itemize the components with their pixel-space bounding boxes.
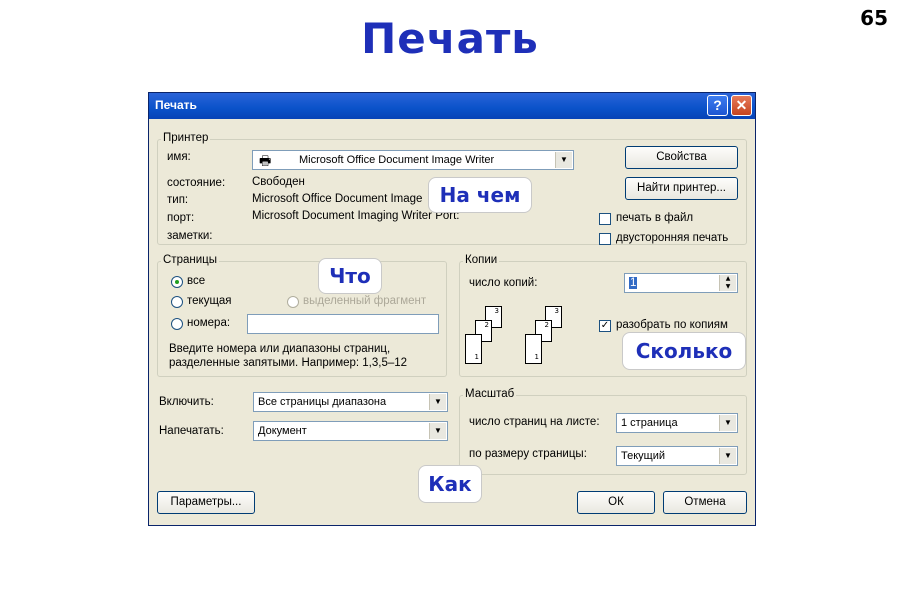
fit-to-select[interactable]: Текущий ▼ <box>616 446 738 466</box>
page-number: 65 <box>860 6 888 30</box>
callout-how: Как <box>418 465 482 503</box>
page-numbers-input[interactable] <box>247 314 439 334</box>
callout-on-what: На чем <box>428 177 532 213</box>
pages-current-radio[interactable] <box>171 296 183 308</box>
pages-selection-radio[interactable] <box>287 296 299 308</box>
pages-hint-line1: Введите номера или диапазоны страниц, <box>169 343 391 355</box>
slide-title: Печать <box>361 14 539 63</box>
pages-numbers-radio[interactable] <box>171 318 183 330</box>
pages-group-title: Страницы <box>161 254 219 266</box>
printer-type-value: Microsoft Office Document Image <box>252 193 423 205</box>
copies-count-spinner[interactable]: 1 ▲ ▼ <box>624 273 738 293</box>
printer-status-label: состояние: <box>167 177 226 189</box>
callout-what: Что <box>318 258 382 294</box>
printer-name-value: Microsoft Office Document Image Writer <box>299 154 495 166</box>
chevron-down-icon: ▼ <box>429 394 446 410</box>
chevron-down-icon: ▼ <box>429 423 446 439</box>
ok-button[interactable]: ОК <box>577 491 655 514</box>
options-button[interactable]: Параметры... <box>157 491 255 514</box>
pages-per-sheet-select[interactable]: 1 страница ▼ <box>616 413 738 433</box>
include-select[interactable]: Все страницы диапазона ▼ <box>253 392 448 412</box>
printer-notes-label: заметки: <box>167 230 213 242</box>
help-button[interactable]: ? <box>707 95 728 116</box>
pages-hint-line2: разделенные запятыми. Например: 1,3,5–12 <box>169 357 408 369</box>
pages-per-sheet-value: 1 страница <box>621 417 678 429</box>
printer-group-title: Принтер <box>161 132 211 144</box>
scale-group-title: Масштаб <box>463 388 517 400</box>
print-what-select[interactable]: Документ ▼ <box>253 421 448 441</box>
pages-all-radio[interactable] <box>171 276 183 288</box>
duplex-checkbox[interactable] <box>599 233 611 245</box>
dialog-titlebar[interactable]: Печать ? ✕ <box>149 93 755 119</box>
print-what-value: Документ <box>258 425 307 437</box>
collate-label[interactable]: разобрать по копиям <box>616 319 728 331</box>
spinner-arrows-icon[interactable]: ▲ ▼ <box>719 275 736 291</box>
close-button[interactable]: ✕ <box>731 95 752 116</box>
print-what-label: Напечатать: <box>159 425 224 437</box>
print-dialog: Печать ? ✕ Принтер имя: 🖶 Microsoft Offi… <box>148 92 756 526</box>
collate-checkbox[interactable]: ✓ <box>599 320 611 332</box>
pages-all-label[interactable]: все <box>187 275 205 287</box>
copies-count-label: число копий: <box>469 277 538 289</box>
copies-count-value: 1 <box>629 277 638 289</box>
printer-icon: 🖶 <box>259 153 272 168</box>
properties-button[interactable]: Свойства <box>625 146 738 169</box>
chevron-down-icon: ▼ <box>719 415 736 431</box>
fit-to-value: Текущий <box>621 450 665 462</box>
pages-numbers-label[interactable]: номера: <box>187 317 230 329</box>
dialog-title: Печать <box>155 98 197 112</box>
printer-port-value: Microsoft Document Imaging Writer Port: <box>252 210 460 222</box>
pages-current-label[interactable]: текущая <box>187 295 232 307</box>
printer-name-select[interactable]: 🖶 Microsoft Office Document Image Writer… <box>252 150 574 170</box>
print-to-file-checkbox[interactable] <box>599 213 611 225</box>
printer-type-label: тип: <box>167 194 189 206</box>
find-printer-button[interactable]: Найти принтер... <box>625 177 738 200</box>
include-value: Все страницы диапазона <box>258 396 387 408</box>
printer-port-label: порт: <box>167 212 195 224</box>
printer-name-label: имя: <box>167 151 191 163</box>
cancel-button[interactable]: Отмена <box>663 491 747 514</box>
printer-status-value: Свободен <box>252 176 305 188</box>
pages-per-sheet-label: число страниц на листе: <box>469 416 600 428</box>
duplex-label[interactable]: двусторонняя печать <box>616 232 728 244</box>
copies-group-title: Копии <box>463 254 500 266</box>
collate-page: 1 <box>465 334 482 364</box>
collate-page: 1 <box>525 334 542 364</box>
fit-to-label: по размеру страницы: <box>469 448 587 460</box>
chevron-down-icon: ▼ <box>555 152 572 168</box>
include-label: Включить: <box>159 396 214 408</box>
collate-illustration: 3 2 1 3 2 1 <box>465 306 575 366</box>
chevron-down-icon: ▼ <box>719 448 736 464</box>
pages-selection-label[interactable]: выделенный фрагмент <box>303 295 426 307</box>
callout-how-many: Сколько <box>622 332 746 370</box>
print-to-file-label[interactable]: печать в файл <box>616 212 693 224</box>
